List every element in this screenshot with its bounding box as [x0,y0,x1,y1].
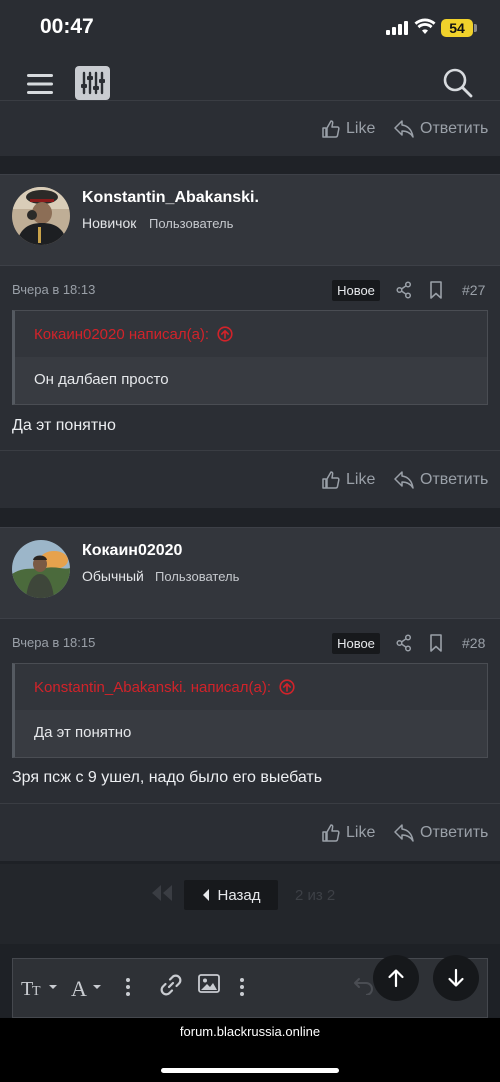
page-indicator: 2 из 2 [295,887,336,904]
like-button[interactable]: Like [322,804,375,862]
post-separator [0,508,500,527]
home-indicator[interactable] [161,1068,339,1073]
battery-icon: 54 [441,19,473,37]
thumbs-up-icon [322,471,340,489]
signal-icon [386,21,408,35]
reply-label: Ответить [420,471,489,488]
reply-label: Ответить [420,824,489,841]
image-icon[interactable] [198,974,220,994]
author-name[interactable]: Konstantin_Abakanski. [82,189,259,207]
browser-bar: forum.blackrussia.online [0,1018,500,1082]
post-author-block: Кокаин02020 Обычный Пользователь [0,527,500,619]
author-rank: Обычный [82,568,144,584]
new-badge: Новое [332,280,380,301]
avatar[interactable] [12,187,70,245]
chevron-left-icon [202,889,209,901]
thumbs-up-icon [322,824,340,842]
search-icon[interactable] [442,67,474,99]
reply-label: Ответить [420,120,489,137]
post-number[interactable]: #28 [462,635,485,651]
status-bar: 00:47 54 [0,0,500,58]
reply-icon [394,120,414,138]
new-badge: Новое [332,633,380,654]
battery-tip [474,24,477,32]
reply-icon [394,471,414,489]
author-role: Пользователь [155,569,240,584]
svg-text:T: T [32,984,41,999]
pagination: Назад 2 из 2 [0,864,500,944]
reply-button[interactable]: Ответить [394,451,488,509]
quote-header[interactable]: Кокаин02020 написал(а): [15,311,487,357]
quote-author: Konstantin_Abakanski. написал(а): [34,678,271,696]
undo-icon[interactable] [353,975,375,995]
like-label: Like [346,120,376,137]
font-color-icon[interactable]: A [71,975,107,999]
text-size-icon[interactable]: T T [21,975,59,999]
hamburger-icon[interactable] [25,69,55,99]
post-date[interactable]: Вчера в 18:13 [12,282,95,297]
thumbs-up-icon [322,120,340,138]
url-label[interactable]: forum.blackrussia.online [0,1024,500,1039]
back-label: Назад [217,886,261,904]
quote-text: Он далбаеп просто [34,371,169,388]
wifi-icon [414,18,436,34]
svg-text:A: A [71,976,87,999]
first-page-icon[interactable] [150,884,174,902]
arrow-down-icon [448,968,464,987]
bookmark-icon[interactable] [429,281,443,299]
back-button[interactable]: Назад [184,880,278,910]
arrow-up-circle-icon [217,326,233,342]
bookmark-icon[interactable] [429,634,443,652]
post-body: Вчера в 18:15 Новое #28 Konstantin_Abaka… [0,619,500,803]
quote-block: Кокаин02020 написал(а): Он далбаеп прост… [12,310,488,405]
post-actions: Like Ответить [0,450,500,508]
post-author-block: Konstantin_Abakanski. Новичок Пользовате… [0,174,500,266]
post-actions-prev: Like Ответить [0,100,500,156]
post-number[interactable]: #27 [462,282,485,298]
more-options-icon[interactable] [125,977,131,997]
post-separator [0,156,500,174]
like-label: Like [346,471,376,488]
quote-block: Konstantin_Abakanski. написал(а): Да эт … [12,663,488,758]
scroll-top-button[interactable] [373,955,419,1001]
sliders-icon[interactable] [75,66,110,100]
post-body: Вчера в 18:13 Новое #27 Кокаин02020 напи… [0,266,500,450]
share-icon[interactable] [396,634,412,652]
author-rank: Новичок [82,215,137,231]
post-message: Да эт понятно [12,417,116,434]
quote-header[interactable]: Konstantin_Abakanski. написал(а): [15,664,487,710]
like-button[interactable]: Like [322,451,375,509]
reply-button[interactable]: Ответить [394,101,488,157]
reply-button[interactable]: Ответить [394,804,488,862]
link-icon[interactable] [159,973,183,997]
author-name[interactable]: Кокаин02020 [82,542,182,560]
author-role: Пользователь [149,216,234,231]
arrow-up-icon [388,969,404,988]
quote-author: Кокаин02020 написал(а): [34,325,210,343]
post-date[interactable]: Вчера в 18:15 [12,635,95,650]
share-icon[interactable] [396,281,412,299]
like-label: Like [346,824,376,841]
post-message: Зря псж с 9 ушел, надо было его выебать [12,769,323,786]
post-actions: Like Ответить [0,803,500,861]
avatar[interactable] [12,540,70,598]
scroll-bottom-button[interactable] [433,955,479,1001]
status-time: 00:47 [40,15,94,38]
like-button[interactable]: Like [322,101,375,157]
reply-icon [394,824,414,842]
more-options-icon[interactable] [239,977,245,997]
arrow-up-circle-icon [279,679,295,695]
quote-text: Да эт понятно [34,724,132,741]
